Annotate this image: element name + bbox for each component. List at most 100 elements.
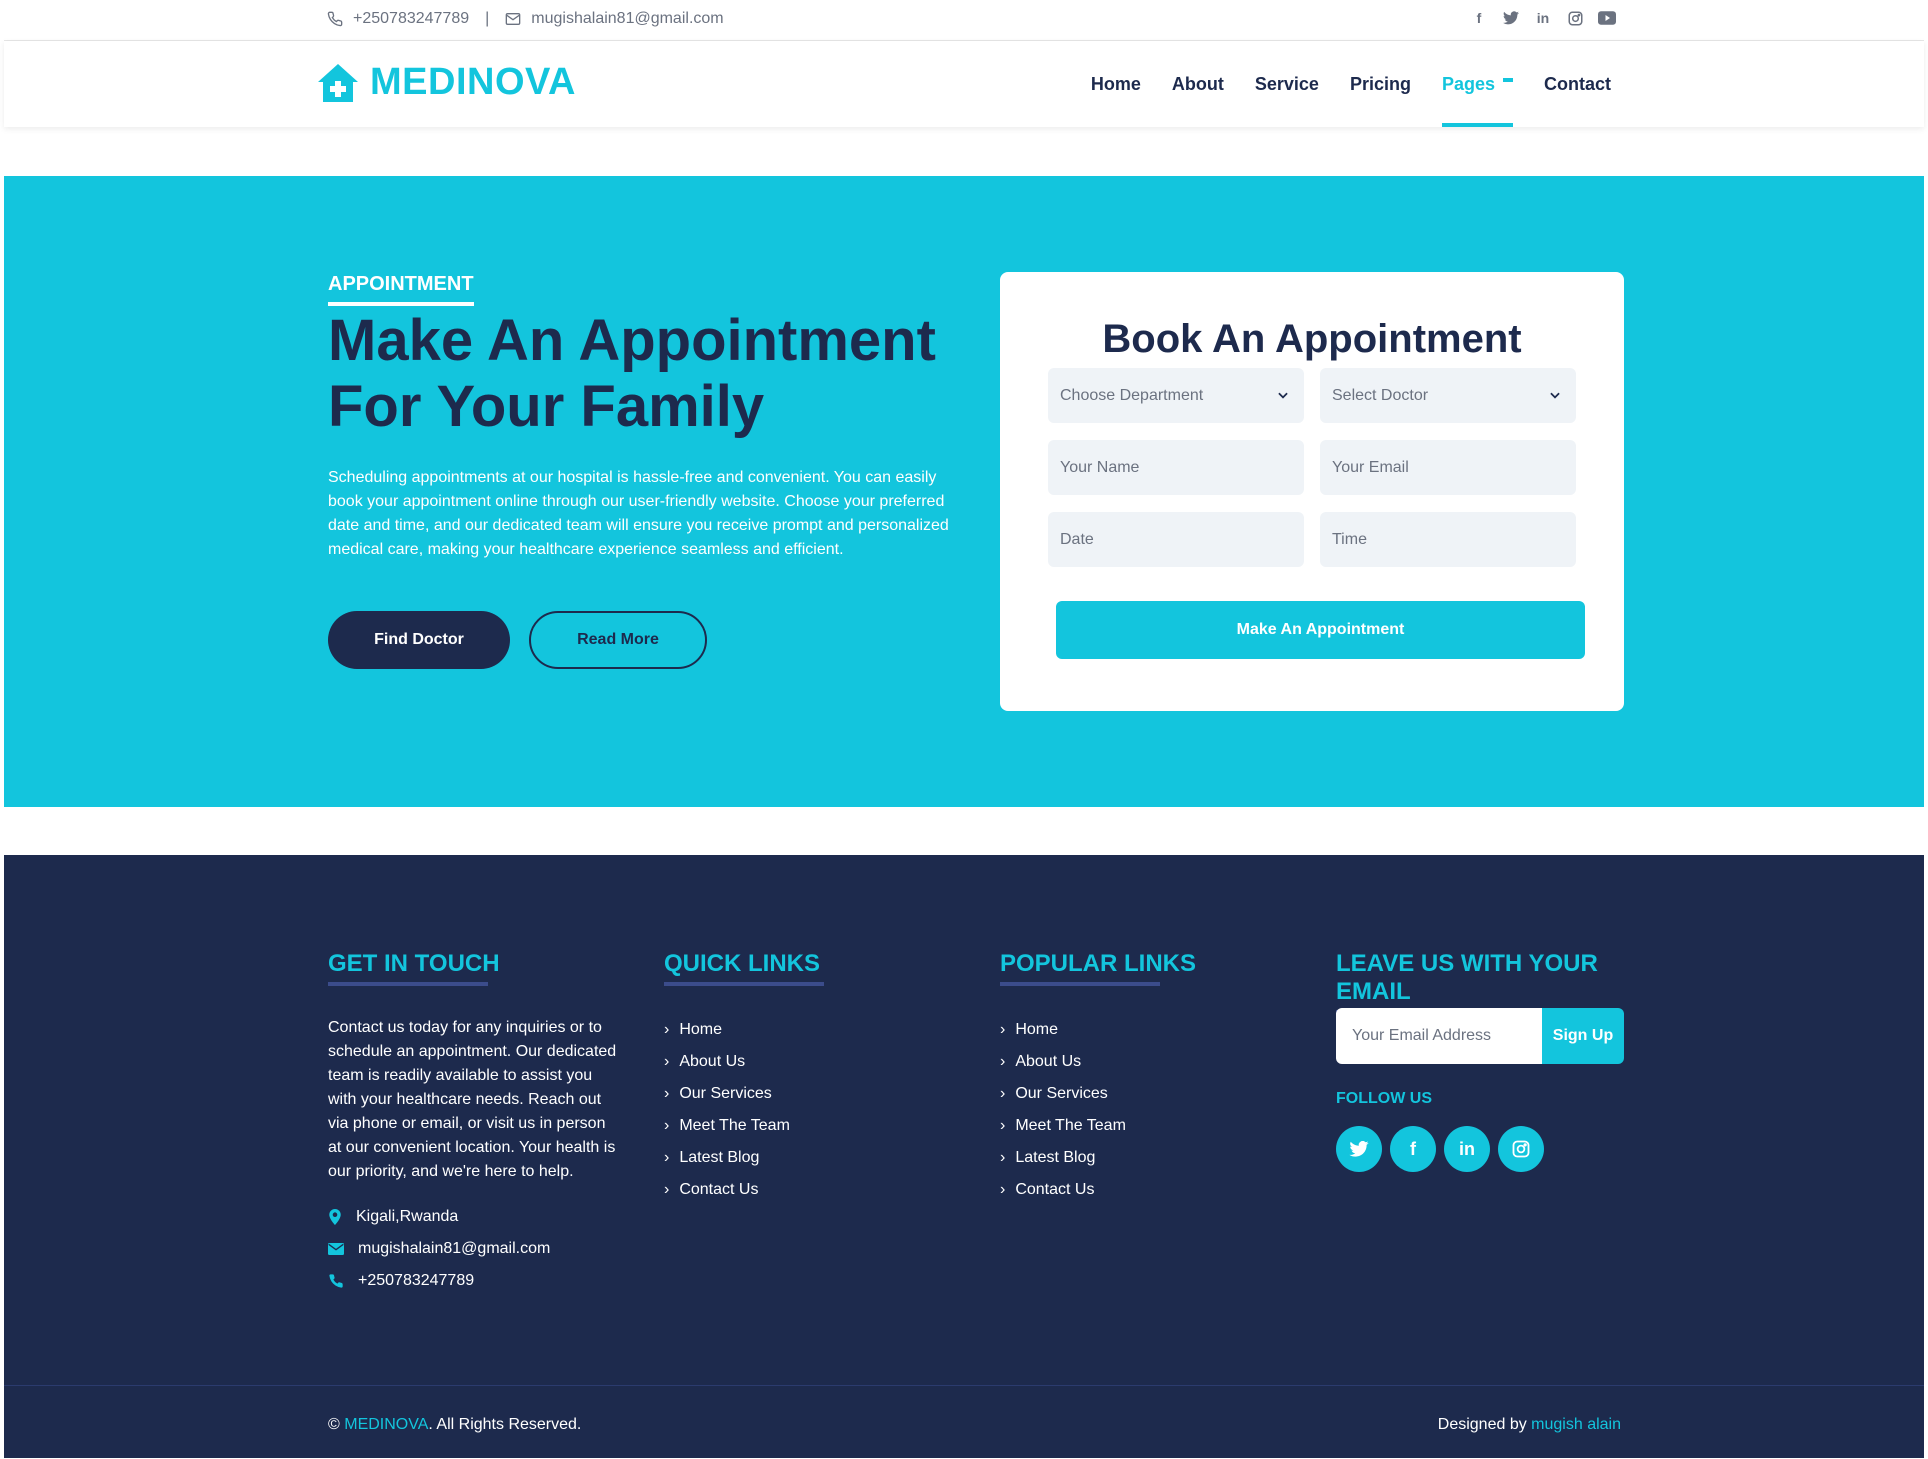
- link-label: Latest Blog: [679, 1149, 760, 1166]
- footer: GET IN TOUCH Contact us today for any in…: [4, 855, 1924, 1458]
- contact-email: mugishalain81@gmail.com: [328, 1240, 618, 1258]
- find-doctor-button[interactable]: Find Doctor: [328, 611, 510, 669]
- contact-location: Kigali,Rwanda: [328, 1208, 618, 1226]
- top-separator: |: [485, 10, 490, 27]
- chevron-right-icon: ›: [1000, 1149, 1006, 1166]
- facebook-icon[interactable]: f: [1390, 1126, 1436, 1172]
- heading-underline: [664, 982, 824, 986]
- popular-links-list: › Home › About Us › Our Services › Meet The …: [1000, 1014, 1196, 1206]
- appointment-hero: APPOINTMENT Make An Appointment For Your…: [4, 176, 1924, 807]
- chevron-down-icon: [1278, 392, 1288, 399]
- designer-link[interactable]: mugish alain: [1531, 1416, 1621, 1433]
- top-contact: +250783247789 | mugishalain81@gmail.com: [327, 10, 724, 28]
- nav-pages[interactable]: Pages: [1441, 41, 1514, 127]
- footer-get-in-touch: GET IN TOUCH Contact us today for any in…: [328, 950, 618, 1290]
- nav-pages-label: Pages: [1441, 73, 1495, 94]
- nav-contact[interactable]: Contact: [1544, 41, 1611, 127]
- quick-link-services[interactable]: › Our Services: [664, 1078, 824, 1110]
- link-label: Our Services: [1015, 1085, 1108, 1102]
- appointment-form-card: Book An Appointment Choose Department Se…: [1000, 272, 1624, 711]
- twitter-icon[interactable]: [1501, 8, 1521, 28]
- read-more-button[interactable]: Read More: [529, 611, 707, 669]
- phone-icon: [327, 11, 343, 27]
- hospital-house-icon: [318, 63, 358, 102]
- top-bar: +250783247789 | mugishalain81@gmail.com …: [4, 0, 1924, 41]
- popular-link-contact[interactable]: › Contact Us: [1000, 1174, 1196, 1206]
- footer-heading: QUICK LINKS: [664, 950, 820, 977]
- main-nav: Home About Service Pricing Pages Contact: [1091, 41, 1611, 127]
- logo[interactable]: MEDINOVA: [316, 61, 576, 104]
- nav-service[interactable]: Service: [1255, 41, 1319, 127]
- quick-link-home[interactable]: › Home: [664, 1014, 824, 1046]
- make-appointment-button[interactable]: Make An Appointment: [1056, 601, 1585, 659]
- hero-title: Make An Appointment For Your Family: [328, 308, 936, 439]
- popular-link-home[interactable]: › Home: [1000, 1014, 1196, 1046]
- phone-text[interactable]: +250783247789: [358, 1272, 474, 1290]
- copyright-text: . All Rights Reserved.: [428, 1416, 582, 1433]
- envelope-icon: [328, 1243, 344, 1255]
- newsletter-form: Your Email Address Sign Up: [1336, 1008, 1624, 1064]
- nav-home[interactable]: Home: [1091, 41, 1141, 127]
- popular-link-about[interactable]: › About Us: [1000, 1046, 1196, 1078]
- footer-heading: LEAVE US WITH YOUR EMAIL: [1336, 950, 1598, 1005]
- heading-underline: [328, 982, 488, 986]
- popular-link-blog[interactable]: › Latest Blog: [1000, 1142, 1196, 1174]
- get-in-touch-text: Contact us today for any inquiries or to…: [328, 1019, 617, 1180]
- sign-up-button[interactable]: Sign Up: [1542, 1008, 1624, 1064]
- copyright: © MEDINOVA. All Rights Reserved.: [328, 1416, 581, 1434]
- chevron-down-icon: [1550, 392, 1560, 399]
- nav-pricing[interactable]: Pricing: [1350, 41, 1411, 127]
- form-title: Book An Appointment: [1102, 317, 1522, 361]
- doctor-select[interactable]: Select Doctor: [1320, 368, 1576, 423]
- popular-link-team[interactable]: › Meet The Team: [1000, 1110, 1196, 1142]
- youtube-icon[interactable]: [1597, 8, 1617, 28]
- link-label: Home: [1015, 1021, 1059, 1038]
- link-label: Our Services: [679, 1085, 772, 1102]
- twitter-icon[interactable]: [1336, 1126, 1382, 1172]
- top-phone[interactable]: +250783247789: [353, 10, 469, 28]
- facebook-icon[interactable]: f: [1469, 8, 1489, 28]
- date-input[interactable]: Date: [1048, 512, 1304, 567]
- instagram-icon[interactable]: [1565, 8, 1585, 28]
- nav-about[interactable]: About: [1172, 41, 1224, 127]
- quick-link-blog[interactable]: › Latest Blog: [664, 1142, 824, 1174]
- dropdown-indicator-icon: [1503, 78, 1513, 82]
- chevron-right-icon: ›: [1000, 1085, 1006, 1102]
- link-label: About Us: [679, 1053, 746, 1070]
- instagram-icon[interactable]: [1498, 1126, 1544, 1172]
- time-input[interactable]: Time: [1320, 512, 1576, 567]
- chevron-right-icon: ›: [1000, 1181, 1006, 1198]
- copyright-symbol: ©: [328, 1416, 340, 1433]
- chevron-right-icon: ›: [664, 1053, 670, 1070]
- footer-quick-links: QUICK LINKS › Home › About Us › Our Service…: [664, 950, 824, 1206]
- quick-links-list: › Home › About Us › Our Services › Meet The …: [664, 1014, 824, 1206]
- link-label: Meet The Team: [1015, 1117, 1126, 1134]
- chevron-right-icon: ›: [664, 1117, 670, 1134]
- chevron-right-icon: ›: [1000, 1053, 1006, 1070]
- contact-phone: +250783247789: [328, 1272, 618, 1290]
- chevron-right-icon: ›: [1000, 1021, 1006, 1038]
- quick-link-about[interactable]: › About Us: [664, 1046, 824, 1078]
- popular-link-services[interactable]: › Our Services: [1000, 1078, 1196, 1110]
- navbar: MEDINOVA Home About Service Pricing Page…: [4, 41, 1924, 127]
- link-label: Contact Us: [679, 1181, 759, 1198]
- email-input[interactable]: Your Email: [1320, 440, 1576, 495]
- doctor-select-value: Select Doctor: [1332, 386, 1429, 404]
- chevron-right-icon: ›: [664, 1181, 670, 1198]
- chevron-right-icon: ›: [1000, 1117, 1006, 1134]
- name-input[interactable]: Your Name: [1048, 440, 1304, 495]
- email-text[interactable]: mugishalain81@gmail.com: [358, 1240, 550, 1258]
- department-select[interactable]: Choose Department: [1048, 368, 1304, 423]
- linkedin-icon[interactable]: in: [1533, 8, 1553, 28]
- copyright-brand-link[interactable]: MEDINOVA: [344, 1416, 428, 1433]
- chevron-right-icon: ›: [664, 1149, 670, 1166]
- phone-icon: [329, 1274, 343, 1288]
- top-email[interactable]: mugishalain81@gmail.com: [531, 10, 723, 28]
- chevron-right-icon: ›: [664, 1085, 670, 1102]
- newsletter-email-input[interactable]: Your Email Address: [1336, 1008, 1542, 1064]
- quick-link-team[interactable]: › Meet The Team: [664, 1110, 824, 1142]
- linkedin-icon[interactable]: in: [1444, 1126, 1490, 1172]
- link-label: Meet The Team: [679, 1117, 790, 1134]
- quick-link-contact[interactable]: › Contact Us: [664, 1174, 824, 1206]
- footer-heading: GET IN TOUCH: [328, 950, 500, 977]
